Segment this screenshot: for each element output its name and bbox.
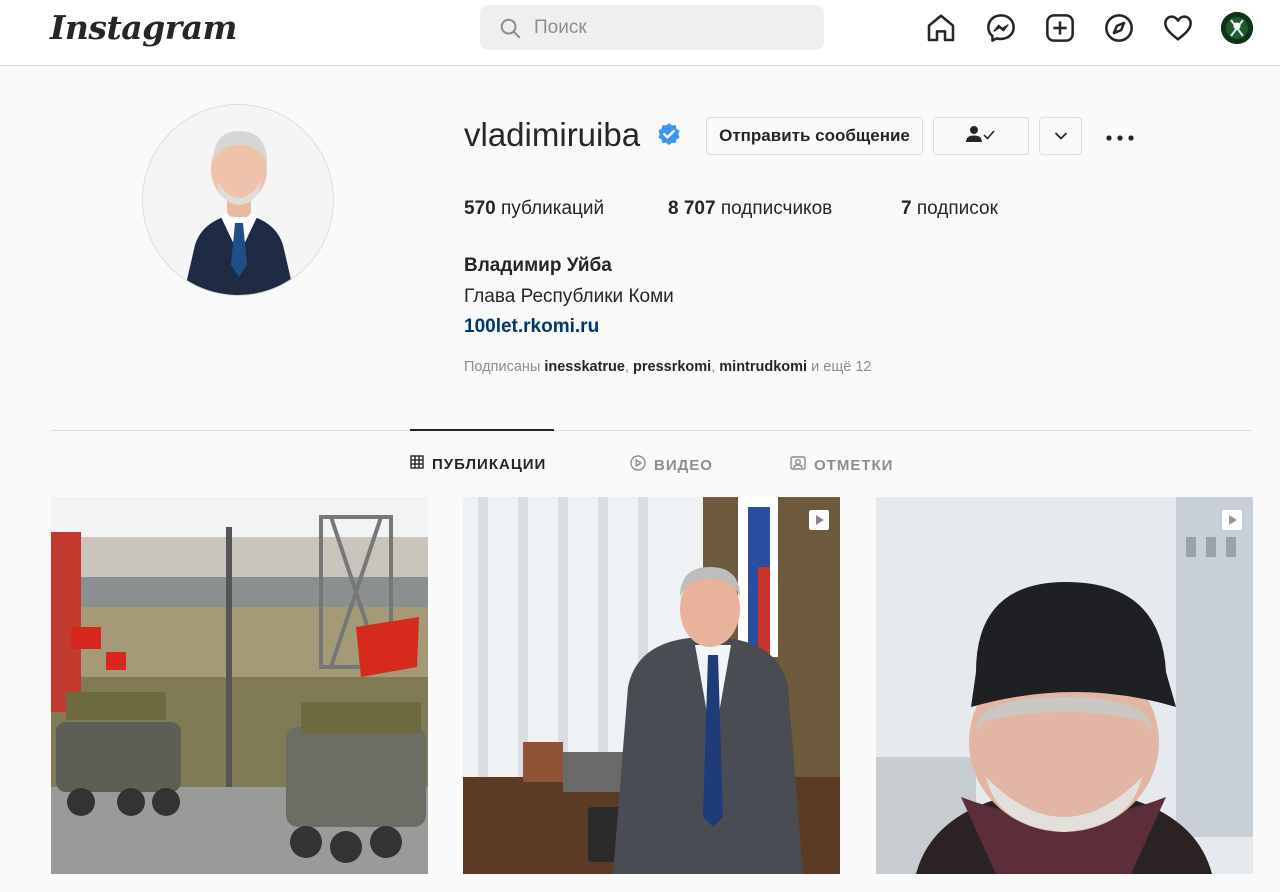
messenger-icon[interactable] bbox=[984, 11, 1018, 45]
new-post-icon[interactable] bbox=[1043, 11, 1077, 45]
followed-by-user[interactable]: pressrkomi bbox=[633, 359, 711, 375]
tab-videos[interactable]: ВИДЕО bbox=[630, 455, 713, 475]
video-icon bbox=[630, 455, 646, 475]
home-icon[interactable] bbox=[924, 11, 958, 45]
tab-tagged[interactable]: ОТМЕТКИ bbox=[790, 455, 893, 475]
profile-website-link[interactable]: 100let.rkomi.ru bbox=[464, 316, 599, 338]
post-thumbnail[interactable] bbox=[876, 497, 1253, 874]
top-navigation-bar: Instagram bbox=[0, 0, 1280, 66]
instagram-logo[interactable]: Instagram bbox=[50, 8, 237, 47]
tab-posts-label: ПУБЛИКАЦИИ bbox=[432, 455, 547, 473]
following-count-label: подписок bbox=[916, 198, 998, 219]
followers-stat[interactable]: 8 707 подписчиков bbox=[668, 198, 832, 220]
video-post-icon bbox=[1221, 509, 1243, 531]
chevron-down-icon bbox=[1054, 126, 1068, 146]
followers-count-value: 8 707 bbox=[668, 198, 716, 219]
post-thumbnail[interactable] bbox=[51, 497, 428, 874]
activity-heart-icon[interactable] bbox=[1161, 11, 1195, 45]
post-image-military-parade bbox=[51, 497, 428, 874]
tagged-icon bbox=[790, 455, 806, 475]
tabs-divider bbox=[51, 430, 1252, 431]
post-image-selfie-video bbox=[876, 497, 1253, 874]
followed-by-prefix: Подписаны bbox=[464, 359, 541, 375]
active-tab-indicator bbox=[410, 429, 554, 431]
profile-username: vladimiruiba bbox=[464, 116, 641, 153]
explore-icon[interactable] bbox=[1102, 11, 1136, 45]
tab-tagged-label: ОТМЕТКИ bbox=[814, 456, 894, 474]
followed-by-user[interactable]: mintrudkomi bbox=[719, 359, 807, 375]
profile-avatar-large[interactable] bbox=[142, 104, 334, 296]
post-thumbnail[interactable] bbox=[463, 497, 840, 874]
tab-videos-label: ВИДЕО bbox=[654, 456, 713, 474]
suggested-accounts-dropdown-button[interactable] bbox=[1039, 117, 1082, 155]
following-status-button[interactable] bbox=[933, 117, 1029, 155]
verified-badge-icon bbox=[656, 122, 682, 153]
followed-by-line[interactable]: Подписаны inesskatrue, pressrkomi, mintr… bbox=[464, 359, 871, 375]
search-input[interactable] bbox=[534, 5, 804, 50]
following-stat[interactable]: 7 подписок bbox=[901, 198, 998, 220]
profile-avatar[interactable] bbox=[1221, 12, 1253, 44]
followed-by-user[interactable]: inesskatrue bbox=[544, 359, 625, 375]
send-message-button[interactable]: Отправить сообщение bbox=[706, 117, 923, 155]
search-icon bbox=[499, 17, 521, 44]
search-box[interactable] bbox=[480, 5, 824, 50]
more-dots-icon bbox=[1106, 126, 1134, 146]
followed-by-more[interactable]: и ещё 12 bbox=[811, 359, 871, 375]
followed-by-separator: , bbox=[624, 359, 634, 375]
tab-posts[interactable]: ПУБЛИКАЦИИ bbox=[410, 455, 546, 473]
following-count-value: 7 bbox=[901, 198, 912, 219]
more-options-button[interactable] bbox=[1100, 117, 1140, 155]
posts-count-label: публикаций bbox=[500, 198, 605, 219]
video-post-icon bbox=[808, 509, 830, 531]
post-image-office-video bbox=[463, 497, 840, 874]
posts-count-value: 570 bbox=[464, 198, 496, 219]
grid-icon bbox=[410, 455, 424, 473]
followers-count-label: подписчиков bbox=[720, 198, 833, 219]
user-check-icon bbox=[964, 125, 998, 148]
posts-count-stat: 570 публикаций bbox=[464, 198, 604, 220]
profile-bio: Глава Республики Коми bbox=[464, 286, 674, 307]
profile-full-name: Владимир Уйба bbox=[464, 255, 612, 276]
